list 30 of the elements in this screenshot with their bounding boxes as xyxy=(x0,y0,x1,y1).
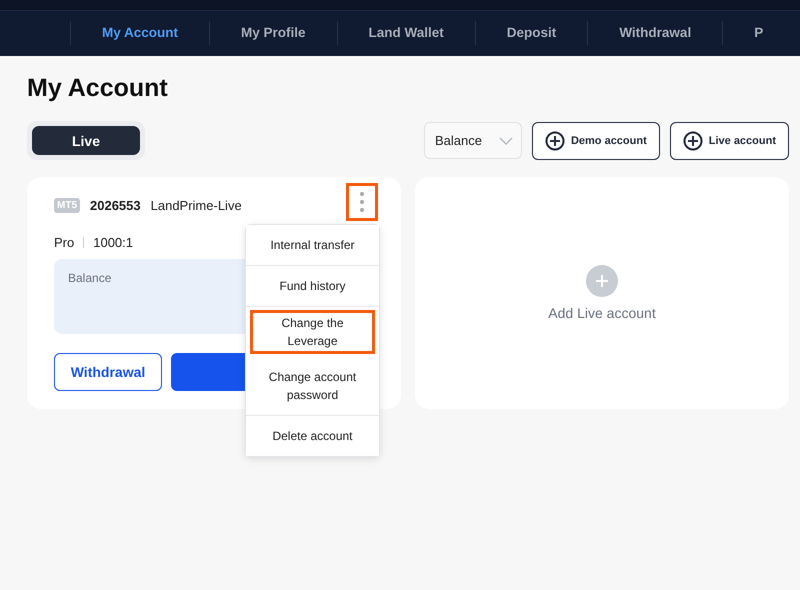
leverage-value: 1000:1 xyxy=(93,235,133,250)
plus-circle-icon xyxy=(544,130,565,150)
nav-link[interactable]: Withdrawal xyxy=(587,21,722,45)
plus-icon xyxy=(595,274,609,288)
plus-circle-icon xyxy=(682,130,703,150)
add-account-button[interactable]: Live account xyxy=(670,122,789,160)
menu-item[interactable]: Change the Leverage xyxy=(250,310,375,354)
add-account-label: Add Live account xyxy=(548,305,656,321)
menu-item[interactable]: Delete account xyxy=(246,416,379,456)
server-name: LandPrime-Live xyxy=(150,198,242,212)
account-type: Pro xyxy=(54,235,74,250)
balance-label: Balance xyxy=(68,271,112,285)
sort-dropdown[interactable]: Balance xyxy=(424,122,522,159)
account-number: 2026553 xyxy=(90,198,141,212)
page-title: My Account xyxy=(27,74,169,104)
menu-item[interactable]: Change account password xyxy=(246,357,379,416)
vertical-dots-icon xyxy=(360,192,364,212)
withdrawal-button[interactable]: Withdrawal xyxy=(54,353,162,391)
add-account-button[interactable]: Demo account xyxy=(532,122,660,160)
nav-link[interactable]: My Account xyxy=(70,21,210,45)
tab[interactable]: Live xyxy=(32,126,140,155)
more-options-button[interactable] xyxy=(346,183,378,221)
nav-link[interactable]: Deposit xyxy=(474,21,588,45)
nav-link[interactable]: Land Wallet xyxy=(336,21,475,45)
platform-badge: MT5 xyxy=(54,198,80,212)
nav-link[interactable]: P xyxy=(722,21,794,45)
menu-item[interactable]: Internal transfer xyxy=(246,225,379,266)
nav-link[interactable]: My Profile xyxy=(209,21,337,45)
menu-item[interactable]: Fund history xyxy=(246,266,379,307)
chevron-down-icon xyxy=(498,136,513,144)
